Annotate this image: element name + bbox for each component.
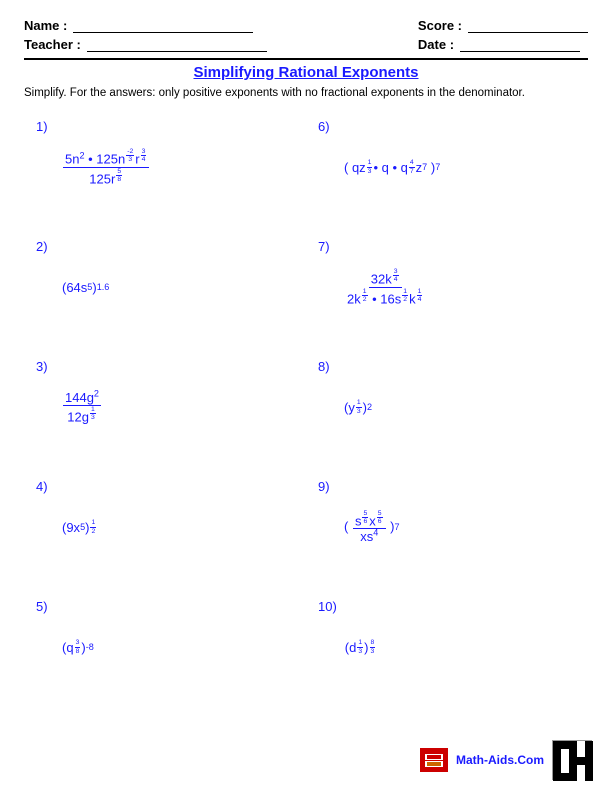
problem-10: 10) (d13)83 bbox=[306, 587, 588, 707]
name-line bbox=[73, 19, 253, 33]
header-left: Name : Teacher : bbox=[24, 18, 267, 52]
problem-1-expr: 5n2 • 125n-23r34 125r58 bbox=[62, 148, 150, 186]
problem-2: 2) (64s5)1.6 bbox=[24, 227, 306, 347]
logo-box bbox=[420, 748, 448, 772]
teacher-label: Teacher : bbox=[24, 37, 81, 52]
score-row: Score : bbox=[418, 18, 588, 33]
problem-3-number: 3) bbox=[36, 355, 54, 374]
frac-7-num: 32k34 bbox=[369, 268, 402, 288]
date-label: Date : bbox=[418, 37, 454, 52]
problem-6-number: 6) bbox=[318, 115, 336, 134]
frac-3-den: 12g13 bbox=[65, 406, 99, 425]
frac-3: 144g2 12g13 bbox=[63, 390, 101, 425]
date-row: Date : bbox=[418, 37, 588, 52]
frac-7: 32k34 2k12 • 16s12k14 bbox=[345, 268, 425, 306]
teacher-line bbox=[87, 38, 267, 52]
frac-3-num: 144g2 bbox=[63, 390, 101, 406]
frac-1: 5n2 • 125n-23r34 125r58 bbox=[63, 148, 149, 186]
frac-9: s56x56 xs4 bbox=[353, 510, 386, 545]
name-row: Name : bbox=[24, 18, 267, 33]
score-line bbox=[468, 19, 588, 33]
footer-text: Math-Aids.Com bbox=[456, 753, 544, 767]
date-line bbox=[460, 38, 580, 52]
problem-2-number: 2) bbox=[36, 235, 54, 254]
problem-8-number: 8) bbox=[318, 355, 336, 374]
frac-7-den: 2k12 • 16s12k14 bbox=[345, 288, 425, 307]
problem-9-number: 9) bbox=[318, 475, 336, 494]
problem-7: 7) 32k34 2k12 • 16s12k14 bbox=[306, 227, 588, 347]
problem-5: 5) (q38)-8 bbox=[24, 587, 306, 707]
problem-7-expr: 32k34 2k12 • 16s12k14 bbox=[344, 268, 426, 306]
problem-5-number: 5) bbox=[36, 595, 54, 614]
problem-4-number: 4) bbox=[36, 475, 54, 494]
problems-grid: 1) 5n2 • 125n-23r34 125r58 6) ( qz13 • q… bbox=[24, 107, 588, 707]
instructions: Simplify. For the answers: only positive… bbox=[24, 87, 588, 99]
problem-10-number: 10) bbox=[318, 595, 337, 614]
frac-1-den: 125r58 bbox=[87, 168, 125, 187]
qr-code bbox=[552, 740, 592, 780]
problem-8: 8) (y13)2 bbox=[306, 347, 588, 467]
problem-4: 4) (9x5)12 bbox=[24, 467, 306, 587]
problem-7-number: 7) bbox=[318, 235, 336, 254]
problem-10-expr: (d13)83 bbox=[345, 639, 377, 655]
header: Name : Teacher : Score : Date : bbox=[24, 18, 588, 52]
frac-1-num: 5n2 • 125n-23r34 bbox=[63, 148, 149, 168]
teacher-row: Teacher : bbox=[24, 37, 267, 52]
problem-5-expr: (q38)-8 bbox=[62, 639, 94, 655]
problem-2-expr: (64s5)1.6 bbox=[62, 280, 109, 295]
score-label: Score : bbox=[418, 18, 462, 33]
problem-1-number: 1) bbox=[36, 115, 54, 134]
problem-6: 6) ( qz13 • q • q47z7 )7 bbox=[306, 107, 588, 227]
header-divider bbox=[24, 58, 588, 60]
frac-9-num: s56x56 bbox=[353, 510, 386, 530]
problem-3: 3) 144g2 12g13 bbox=[24, 347, 306, 467]
problem-9-expr: ( s56x56 xs4 )7 bbox=[344, 510, 400, 545]
problem-3-expr: 144g2 12g13 bbox=[62, 390, 102, 425]
problem-6-expr: ( qz13 • q • q47z7 )7 bbox=[344, 159, 440, 175]
problem-8-expr: (y13)2 bbox=[344, 399, 372, 415]
problem-1: 1) 5n2 • 125n-23r34 125r58 bbox=[24, 107, 306, 227]
name-label: Name : bbox=[24, 18, 67, 33]
frac-9-den: xs4 bbox=[358, 529, 380, 544]
problem-4-expr: (9x5)12 bbox=[62, 519, 97, 535]
problem-9: 9) ( s56x56 xs4 )7 bbox=[306, 467, 588, 587]
header-right: Score : Date : bbox=[418, 18, 588, 52]
page-title: Simplifying Rational Exponents bbox=[24, 64, 588, 81]
page: Name : Teacher : Score : Date : Simplify… bbox=[0, 0, 612, 792]
footer: Math-Aids.Com bbox=[420, 740, 592, 780]
